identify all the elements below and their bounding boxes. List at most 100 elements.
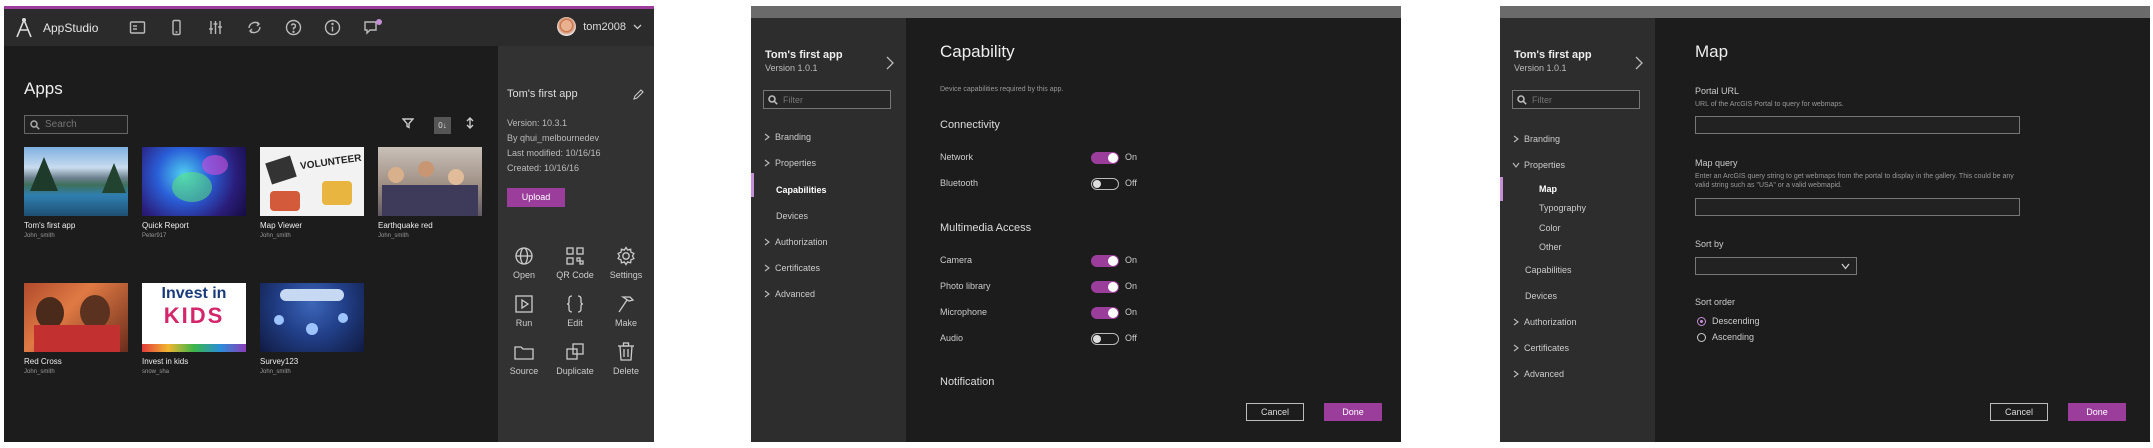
network-toggle[interactable] <box>1091 152 1119 164</box>
device-icon[interactable] <box>165 17 187 39</box>
search-field[interactable] <box>24 115 128 134</box>
filter-field[interactable] <box>1512 90 1640 109</box>
toggle-state: Off <box>1125 178 1137 188</box>
upload-button[interactable]: Upload <box>507 188 565 207</box>
radio-ascending[interactable]: Ascending <box>1697 332 1754 342</box>
filter-button[interactable] <box>402 117 414 129</box>
details-author: By qhui_melbournedev <box>507 133 600 143</box>
sidebar-item-devices[interactable]: Devices <box>1525 291 1557 301</box>
app-owner: John_smith <box>378 233 409 239</box>
sidebar-subitem-other[interactable]: Other <box>1539 242 1562 252</box>
sidebar-subitem-color[interactable]: Color <box>1539 223 1561 233</box>
app-thumbnail-concert <box>142 147 246 216</box>
portal-url-input[interactable] <box>1695 116 2020 134</box>
sidebar-item-label: Authorization <box>775 237 828 247</box>
hammer-icon <box>618 296 635 313</box>
page-description: Device capabilities required by this app… <box>940 86 1064 93</box>
edit-action[interactable]: Edit <box>551 293 599 328</box>
sidebar-item-certificates[interactable]: Certificates <box>763 263 820 273</box>
messages-icon[interactable] <box>360 17 382 39</box>
audio-toggle[interactable] <box>1091 333 1119 345</box>
sort-by-select[interactable] <box>1695 257 1857 275</box>
run-action[interactable]: Run <box>500 293 548 328</box>
avatar <box>557 17 577 36</box>
bluetooth-toggle[interactable] <box>1091 178 1119 190</box>
sidebar-item-capabilities[interactable]: Capabilities <box>1525 265 1572 275</box>
sidebar-item-branding[interactable]: Branding <box>763 132 811 142</box>
sidebar-item-properties[interactable]: Properties <box>763 158 816 168</box>
app-thumbnail-lake <box>24 147 128 216</box>
microphone-toggle[interactable] <box>1091 307 1119 319</box>
sidebar-item-authorization[interactable]: Authorization <box>763 237 828 247</box>
camera-toggle[interactable] <box>1091 255 1119 267</box>
pencil-icon[interactable] <box>633 89 644 100</box>
chevron-right-icon[interactable] <box>1634 56 1644 70</box>
make-action[interactable]: Make <box>602 293 650 328</box>
row-label-camera: Camera <box>940 255 973 265</box>
brand[interactable]: AppStudio <box>14 17 109 39</box>
settings-sliders-icon[interactable] <box>204 17 226 39</box>
user-menu[interactable]: tom2008 <box>557 17 642 36</box>
source-action[interactable]: Source <box>500 341 548 376</box>
sidebar-subitem-typography[interactable]: Typography <box>1539 203 1586 213</box>
cancel-button[interactable]: Cancel <box>1990 403 2048 421</box>
filter-input[interactable] <box>1532 94 1632 105</box>
settings-action[interactable]: Settings <box>602 245 650 280</box>
chevron-down-icon <box>633 24 642 30</box>
help-icon[interactable] <box>282 17 304 39</box>
sidebar-item-label: Certificates <box>775 263 821 273</box>
sidebar-item-devices[interactable]: Devices <box>776 211 808 221</box>
app-tile[interactable]: Earthquake red John_smith <box>378 147 482 239</box>
sidebar-item-label: Authorization <box>1524 317 1577 327</box>
app-tile[interactable]: Quick Report Peter917 <box>142 147 246 239</box>
sort-order-button[interactable] <box>464 117 476 129</box>
search-icon <box>1517 94 1527 105</box>
chevron-right-icon[interactable] <box>885 56 895 70</box>
sidebar-item-advanced[interactable]: Advanced <box>763 289 815 299</box>
filter-input[interactable] <box>783 94 883 105</box>
cancel-button[interactable]: Cancel <box>1246 403 1304 421</box>
app-name: Tom's first app <box>24 221 76 230</box>
row-label-photo-library: Photo library <box>940 281 991 291</box>
search-input[interactable] <box>45 119 125 130</box>
appstudio-gallery-window: AppStudio tom2008 Apps 0↓ Tom's first ap… <box>4 6 654 442</box>
sidebar-item-advanced[interactable]: Advanced <box>1512 369 1564 379</box>
toggle-state: On <box>1125 281 1138 291</box>
sidebar-item-certificates[interactable]: Certificates <box>1512 343 1569 353</box>
map-query-input[interactable] <box>1695 198 2020 216</box>
sidebar-item-branding[interactable]: Branding <box>1512 134 1560 144</box>
details-version: Version: 10.3.1 <box>507 118 568 128</box>
sidebar-item-label: Properties <box>775 158 817 168</box>
sidebar-item-label: Color <box>1539 223 1561 233</box>
done-button[interactable]: Done <box>2068 403 2126 421</box>
sidebar-subitem-map[interactable]: Map <box>1539 184 1557 194</box>
app-tile[interactable]: Red Cross John_smith <box>24 283 128 375</box>
folder-icon <box>514 346 534 360</box>
top-toolbar: AppStudio tom2008 <box>4 6 654 46</box>
open-action[interactable]: Open <box>500 245 548 280</box>
settings-sidebar: Tom's first app Version 1.0.1 Branding P… <box>1500 18 1655 442</box>
gallery-icon[interactable] <box>126 17 148 39</box>
radio-descending[interactable]: Descending <box>1697 316 1760 326</box>
chevron-right-icon <box>1513 318 1519 326</box>
app-tile[interactable]: Invest in KIDS Invest in kids snow_sha <box>142 283 246 375</box>
filter-field[interactable] <box>763 90 891 109</box>
sidebar-item-authorization[interactable]: Authorization <box>1512 317 1577 327</box>
duplicate-action[interactable]: Duplicate <box>551 341 599 376</box>
info-icon[interactable] <box>321 17 343 39</box>
sort-by-label: Sort by <box>1695 239 1724 249</box>
sort-button[interactable]: 0↓ <box>434 117 451 134</box>
done-button[interactable]: Done <box>1324 403 1382 421</box>
photo-library-toggle[interactable] <box>1091 281 1119 293</box>
sync-icon[interactable] <box>243 17 265 39</box>
page-title: Capability <box>940 42 1015 61</box>
qr-code-action[interactable]: QR Code <box>551 245 599 280</box>
app-tile[interactable]: VOLUNTEER Map Viewer John_smith <box>260 147 364 239</box>
sidebar-item-properties[interactable]: Properties <box>1512 160 1565 170</box>
action-label: Duplicate <box>556 366 594 376</box>
sidebar-item-capabilities[interactable]: Capabilities <box>776 185 827 195</box>
app-tile[interactable]: Survey123 John_smith <box>260 283 364 375</box>
sidebar-item-label: Devices <box>1525 291 1558 301</box>
app-tile[interactable]: Tom's first app John_smith <box>24 147 128 239</box>
delete-action[interactable]: Delete <box>602 341 650 376</box>
